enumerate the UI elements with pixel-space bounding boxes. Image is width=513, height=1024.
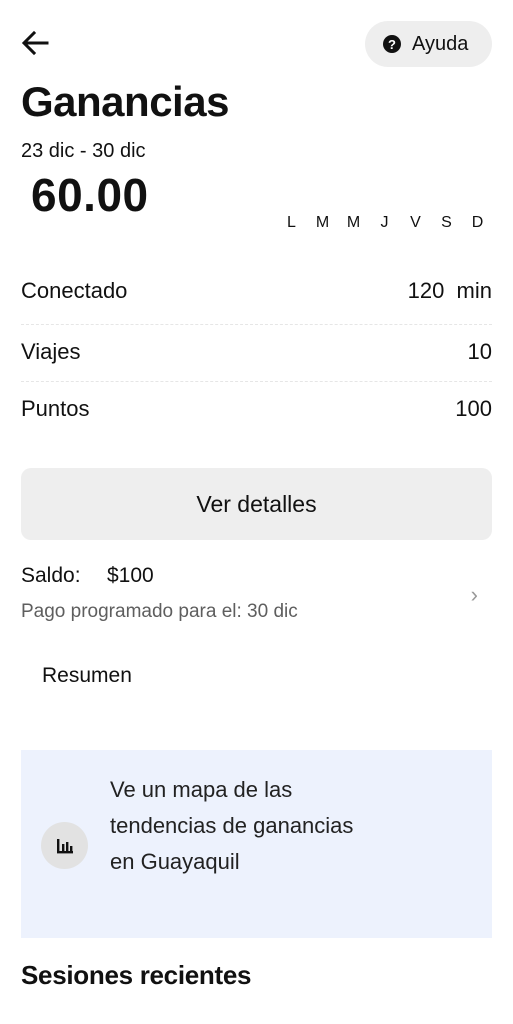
stat-value: 120 min [407,278,492,303]
arrow-left-icon [21,30,49,56]
divider [21,381,492,382]
balance-value: $100 [107,564,154,587]
stat-value: 100 [455,396,492,421]
stat-label: Viajes [21,339,81,364]
stat-value: 10 [467,339,492,364]
promo-text: Ve un mapa de las tendencias de ganancia… [110,777,354,874]
view-details-button[interactable]: Ver detalles [21,468,492,540]
tab-summary[interactable]: Resumen [42,664,132,688]
scheduled-payment-text: Pago programado para el: 30 dic [21,601,298,622]
help-label: Ayuda [412,32,469,55]
recent-sessions-title: Sesiones recientes [21,960,252,990]
stat-row-points: Puntos 100 [21,396,492,422]
weekday-label: V [410,214,421,231]
divider [21,324,492,325]
help-icon: ? [383,35,401,53]
weekday-label: D [471,214,484,231]
balance-label: Saldo: [21,564,81,587]
stat-label: Conectado [21,278,128,303]
stat-row-online-time: Conectado 120 min [21,278,492,304]
weekday-label: M [346,214,361,231]
balance-row[interactable]: Saldo: $100 Pago programado para el: 30 … [21,560,492,630]
weekday-label: M [315,214,330,231]
weekday-label: S [441,214,452,231]
back-button[interactable] [20,28,54,62]
help-button[interactable]: ? Ayuda [365,21,492,67]
chevron-right-icon: › [470,582,478,607]
earnings-total: 60.00 [31,169,149,221]
weekday-label: L [287,214,296,231]
bar-chart-icon [41,822,88,869]
date-range[interactable]: 23 dic - 30 dic [21,140,146,163]
stat-row-trips: Viajes 10 [21,339,492,365]
weekday-label: J [380,214,389,231]
page-title: Ganancias [21,78,229,125]
stat-label: Puntos [21,396,90,421]
weekday-axis: L M M J V S D [276,214,493,232]
earnings-trends-map-card[interactable]: Ve un mapa de las tendencias de ganancia… [21,750,492,938]
